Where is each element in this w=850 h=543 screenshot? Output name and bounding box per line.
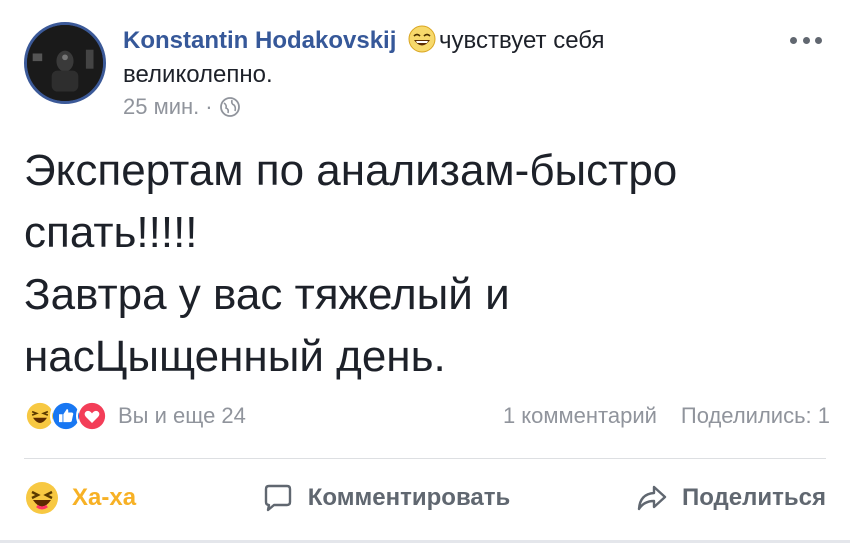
share-icon	[634, 480, 670, 516]
post-text: Экспертам по анализам-быстро спать!!!!! …	[24, 146, 678, 381]
reaction-count[interactable]: Вы и еще 24	[118, 403, 246, 429]
facebook-post: Konstantin Hodakovskij чувствует себя ве…	[0, 0, 850, 543]
post-header: Konstantin Hodakovskij чувствует себя ве…	[123, 24, 743, 92]
reactions-bar: Вы и еще 24 1 комментарий Поделились: 1	[24, 396, 830, 436]
action-bar: Ха-ха Комментировать Поделиться	[24, 470, 826, 526]
haha-icon	[24, 480, 60, 516]
love-icon	[76, 400, 108, 432]
dot-icon	[815, 36, 822, 44]
comment-icon	[260, 480, 296, 516]
post-meta: 25 мин. ·	[123, 94, 241, 120]
dot-icon	[790, 36, 797, 44]
dot-icon	[802, 36, 810, 44]
reaction-summary: 1 комментарий Поделились: 1	[503, 403, 830, 429]
share-label: Поделиться	[681, 484, 826, 511]
shares-count[interactable]: Поделились: 1	[681, 403, 830, 429]
feeling-value[interactable]: великолепно.	[123, 61, 273, 88]
divider	[24, 458, 826, 459]
haha-reaction-button[interactable]: Ха-ха	[24, 480, 136, 516]
globe-icon[interactable]	[219, 96, 241, 118]
share-button[interactable]: Поделиться	[634, 480, 826, 516]
avatar[interactable]	[24, 22, 106, 104]
comment-button[interactable]: Комментировать	[260, 480, 510, 516]
grinning-emoji-icon	[407, 24, 437, 54]
meta-separator: ·	[205, 94, 213, 119]
author-name[interactable]: Konstantin Hodakovskij	[123, 27, 396, 54]
feeling-text: чувствует себя	[439, 27, 605, 54]
reaction-icons[interactable]	[24, 400, 108, 432]
more-options-button[interactable]	[786, 30, 826, 50]
comments-count[interactable]: 1 комментарий	[503, 403, 657, 429]
haha-label: Ха-ха	[72, 484, 137, 511]
comment-label: Комментировать	[307, 484, 511, 511]
post-time[interactable]: 25 мин.	[123, 94, 199, 120]
